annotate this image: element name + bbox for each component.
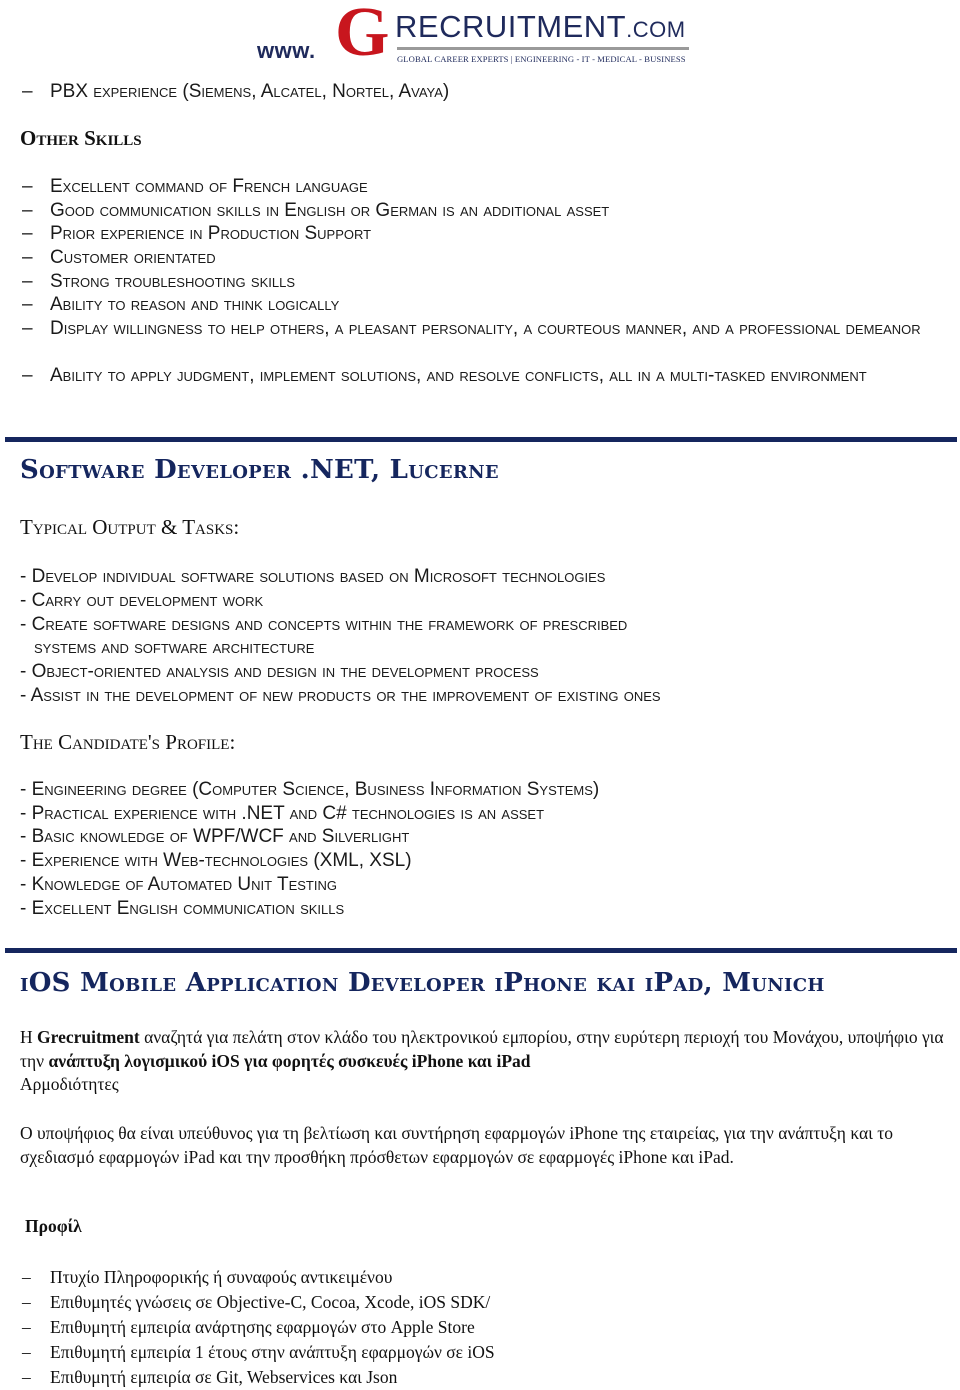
list-item-text: Ability to apply judgment, implement sol… bbox=[50, 365, 867, 386]
responsibilities-label: Αρμοδιότητες bbox=[20, 1074, 119, 1094]
company-logo: www. G RECRUITMENT.COM GLOBAL CAREER EXP… bbox=[255, 0, 695, 68]
list-item-text: Practical experience with .NET and C# te… bbox=[31, 803, 545, 824]
list-item-text: Carry out development work bbox=[31, 590, 264, 611]
logo-www: www. bbox=[257, 38, 316, 63]
job-title: Software Developer .NET, Lucerne bbox=[20, 455, 499, 485]
dash-bullet: – bbox=[22, 318, 33, 339]
dash-bullet: – bbox=[22, 1342, 31, 1362]
role-highlight: ανάπτυξη λογισμικού iOS για φορητές συσκ… bbox=[48, 1050, 531, 1071]
section-divider bbox=[5, 437, 957, 442]
list-item: - Excellent English communication skills bbox=[20, 898, 345, 919]
dash-bullet: – bbox=[22, 1292, 31, 1312]
section-divider bbox=[5, 948, 957, 953]
dash-bullet: – bbox=[22, 176, 33, 197]
list-item: - Develop individual software solutions … bbox=[20, 566, 606, 587]
list-item-text: PBX experience (Siemens, Alcatel, Nortel… bbox=[50, 81, 450, 102]
list-item: - Object-oriented analysis and design in… bbox=[20, 661, 539, 682]
list-item-text: Basic knowledge of WPF/WCF and Silverlig… bbox=[31, 826, 410, 847]
list-item-text: Excellent English communication skills bbox=[31, 898, 345, 919]
list-item-text: Experience with Web-technologies (XML, X… bbox=[31, 850, 412, 871]
dash-bullet: – bbox=[22, 223, 33, 244]
list-item-text: Ability to reason and think logically bbox=[50, 294, 340, 315]
list-item: - Experience with Web-technologies (XML,… bbox=[20, 850, 412, 871]
list-item-text: Customer orientated bbox=[50, 247, 216, 268]
list-item-text: Επιθυμητή εμπειρία σε Git, Webservices κ… bbox=[50, 1367, 398, 1387]
list-item-text: Develop individual software solutions ba… bbox=[31, 566, 606, 587]
intro-text: Η bbox=[20, 1027, 38, 1047]
dash-bullet: – bbox=[22, 294, 33, 315]
list-item-text: Prior experience in Production Support bbox=[50, 223, 372, 244]
dash-bullet: – bbox=[22, 200, 33, 221]
company-name: Grecruitment bbox=[37, 1027, 140, 1047]
list-item: - Knowledge of Automated Unit Testing bbox=[20, 874, 337, 895]
dash-bullet: – bbox=[22, 247, 33, 268]
profile-heading: The Candidate's Profile: bbox=[20, 730, 236, 754]
dash-bullet: – bbox=[22, 365, 33, 386]
list-item: - Practical experience with .NET and C# … bbox=[20, 803, 545, 824]
dash-bullet: – bbox=[22, 1317, 31, 1337]
list-item-text: Create software designs and concepts wit… bbox=[31, 614, 628, 635]
dash-bullet: – bbox=[22, 1267, 31, 1287]
tasks-heading: Typical Output & Tasks: bbox=[20, 515, 240, 539]
list-item: - Create software designs and concepts w… bbox=[20, 614, 628, 635]
list-item-text: Object-oriented analysis and design in t… bbox=[31, 661, 539, 682]
list-item-text: Good communication skills in English or … bbox=[50, 200, 610, 221]
logo-brand: RECRUITMENT.COM bbox=[395, 10, 686, 47]
logo-g-letter: G bbox=[335, 0, 390, 71]
job-title: iOS Mobile Application Developer iPhone … bbox=[20, 968, 825, 998]
list-item: - Engineering degree (Computer Science, … bbox=[20, 779, 600, 800]
dash-bullet: – bbox=[22, 1367, 31, 1387]
dash-bullet: – bbox=[22, 81, 33, 102]
list-item-text: Knowledge of Automated Unit Testing bbox=[31, 874, 337, 895]
logo-divider bbox=[397, 47, 689, 50]
list-item-text: Επιθυμητή εμπειρία ανάρτησης εφαρμογών σ… bbox=[50, 1317, 475, 1337]
profile-heading-greek: Προφίλ bbox=[25, 1216, 82, 1236]
list-item-text: Επιθυμητή εμπειρία 1 έτους στην ανάπτυξη… bbox=[50, 1342, 495, 1362]
section-heading-other-skills: Other Skills bbox=[20, 126, 142, 150]
dash-bullet: – bbox=[22, 271, 33, 292]
list-item: - Basic knowledge of WPF/WCF and Silverl… bbox=[20, 826, 410, 847]
list-item-text: Display willingness to help others, a pl… bbox=[50, 318, 921, 339]
list-item-text: Strong troubleshooting skills bbox=[50, 271, 295, 292]
list-item-text: Πτυχίο Πληροφορικής ή συναφούς αντικειμέ… bbox=[50, 1267, 393, 1287]
list-item-text: Assist in the development of new product… bbox=[30, 685, 661, 706]
list-item-text: Engineering degree (Computer Science, Bu… bbox=[31, 779, 600, 800]
list-item: - Carry out development work bbox=[20, 590, 264, 611]
list-item: - Assist in the development of new produ… bbox=[20, 685, 661, 706]
logo-tagline: GLOBAL CAREER EXPERTS | ENGINEERING - IT… bbox=[397, 54, 686, 64]
list-item-continuation: systems and software architecture bbox=[34, 637, 315, 658]
job-description-paragraph: Ο υποψήφιος θα είναι υπεύθυνος για τη βε… bbox=[20, 1123, 894, 1167]
logo-tld: .COM bbox=[626, 17, 686, 42]
list-item-text: Επιθυμητές γνώσεις σε Objective-C, Cocoa… bbox=[50, 1292, 491, 1312]
list-item-text: Excellent command of French language bbox=[50, 176, 368, 197]
job-intro-paragraph: Η Grecruitment αναζητά για πελάτη στον κ… bbox=[20, 1026, 945, 1097]
logo-name: RECRUITMENT bbox=[395, 9, 627, 44]
